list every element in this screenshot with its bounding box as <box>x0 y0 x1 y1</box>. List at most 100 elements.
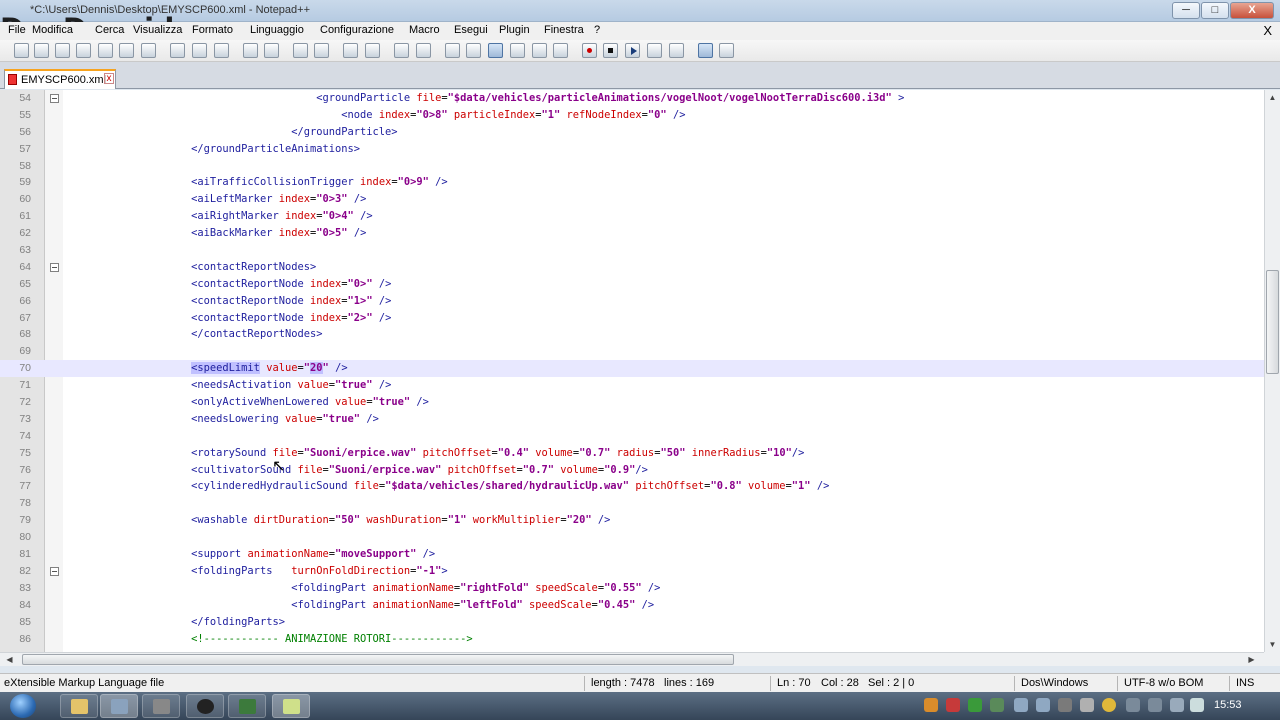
tray-icon[interactable] <box>1036 698 1050 712</box>
save-icon[interactable] <box>55 43 70 58</box>
code-line[interactable]: 72 <onlyActiveWhenLowered value="true" /… <box>0 394 1264 411</box>
run-macro-multiple-icon[interactable] <box>647 43 662 58</box>
play-macro-icon[interactable] <box>625 43 640 58</box>
maximize-button[interactable]: □ <box>1201 2 1229 19</box>
code-line[interactable]: 86 <!------------ ANIMAZIONE ROTORI-----… <box>0 631 1264 648</box>
record-macro-icon[interactable] <box>582 43 597 58</box>
close-document-icon[interactable]: X <box>1263 23 1272 38</box>
code-line[interactable]: 59 <aiTrafficCollisionTrigger index="0>9… <box>0 174 1264 191</box>
word-wrap-icon[interactable] <box>445 43 460 58</box>
network-icon[interactable] <box>1170 698 1184 712</box>
new-file-icon[interactable] <box>14 43 29 58</box>
code-line[interactable]: 66 <contactReportNode index="1>" /> <box>0 293 1264 310</box>
scroll-down-icon[interactable]: ▼ <box>1265 637 1280 652</box>
tab-close-icon[interactable]: x <box>104 73 114 84</box>
save-all-icon[interactable] <box>76 43 91 58</box>
fold-toggle-icon[interactable] <box>50 94 59 103</box>
paste-icon[interactable] <box>214 43 229 58</box>
zoom-in-icon[interactable] <box>343 43 358 58</box>
code-line[interactable]: 63 <box>0 242 1264 259</box>
code-line[interactable]: 60 <aiLeftMarker index="0>3" /> <box>0 191 1264 208</box>
tray-icon[interactable] <box>1058 698 1072 712</box>
tray-icon[interactable] <box>990 698 1004 712</box>
scroll-left-icon[interactable]: ◀ <box>2 653 17 666</box>
tray-icon[interactable] <box>1148 698 1162 712</box>
taskbar-app3[interactable] <box>142 694 180 718</box>
sync-vertical-icon[interactable] <box>394 43 409 58</box>
menu-modifica[interactable]: Modifica <box>32 24 73 36</box>
menu-plugin[interactable]: Plugin <box>499 24 530 36</box>
code-line[interactable]: 61 <aiRightMarker index="0>4" /> <box>0 208 1264 225</box>
doc-map-icon[interactable] <box>532 43 547 58</box>
menu-macro[interactable]: Macro <box>409 24 440 36</box>
vertical-scrollbar[interactable]: ▲ ▼ <box>1264 90 1280 652</box>
code-line[interactable]: 62 <aiBackMarker index="0>5" /> <box>0 225 1264 242</box>
save-macro-icon[interactable] <box>669 43 684 58</box>
menu-linguaggio[interactable]: Linguaggio <box>250 24 304 36</box>
tray-icon[interactable] <box>968 698 982 712</box>
menu-cerca[interactable]: Cerca <box>95 24 124 36</box>
code-line[interactable]: 56 </groundParticle> <box>0 124 1264 141</box>
stop-macro-icon[interactable] <box>603 43 618 58</box>
code-line[interactable]: 79 <washable dirtDuration="50" washDurat… <box>0 512 1264 529</box>
code-line[interactable]: 57 </groundParticleAnimations> <box>0 141 1264 158</box>
code-line[interactable]: 80 <box>0 529 1264 546</box>
code-line[interactable]: 81 <support animationName="moveSupport" … <box>0 546 1264 563</box>
function-list-icon[interactable] <box>553 43 568 58</box>
code-line[interactable]: 77 <cylinderedHydraulicSound file="$data… <box>0 478 1264 495</box>
taskbar-recorder[interactable] <box>186 694 224 718</box>
taskbar-notepadpp[interactable] <box>272 694 310 718</box>
user-language-icon[interactable] <box>510 43 525 58</box>
tray-icon[interactable] <box>946 698 960 712</box>
tray-icon[interactable] <box>1080 698 1094 712</box>
vertical-scroll-thumb[interactable] <box>1266 270 1279 374</box>
scroll-right-icon[interactable]: ▶ <box>1244 653 1259 666</box>
tray-icon[interactable] <box>1126 698 1140 712</box>
code-line[interactable]: 78 <box>0 495 1264 512</box>
code-line[interactable]: 75 <rotarySound file="Suoni/erpice.wav" … <box>0 445 1264 462</box>
close-file-icon[interactable] <box>98 43 113 58</box>
code-line[interactable]: 71 <needsActivation value="true" /> <box>0 377 1264 394</box>
fold-toggle-icon[interactable] <box>50 262 59 272</box>
code-line[interactable]: 69 <box>0 343 1264 360</box>
tray-icon[interactable] <box>1014 698 1028 712</box>
open-file-icon[interactable] <box>34 43 49 58</box>
find-icon[interactable] <box>293 43 308 58</box>
horizontal-scroll-thumb[interactable] <box>22 654 734 665</box>
taskbar-explorer[interactable] <box>60 694 98 718</box>
code-line[interactable]: 73 <needsLowering value="true" /> <box>0 411 1264 428</box>
menu-file[interactable]: File <box>8 24 26 36</box>
code-line[interactable]: 83 <foldingPart animationName="rightFold… <box>0 580 1264 597</box>
volume-icon[interactable] <box>1190 698 1204 712</box>
close-window-button[interactable]: X <box>1230 2 1274 19</box>
cut-icon[interactable] <box>170 43 185 58</box>
menu-visualizza[interactable]: Visualizza <box>133 24 182 36</box>
tab-emyscp600[interactable]: EMYSCP600.xml x <box>4 69 116 89</box>
redo-icon[interactable] <box>264 43 279 58</box>
close-all-icon[interactable] <box>119 43 134 58</box>
tray-icon[interactable] <box>1102 698 1116 712</box>
zoom-out-icon[interactable] <box>365 43 380 58</box>
show-all-chars-icon[interactable] <box>466 43 481 58</box>
code-line[interactable]: 64 <contactReportNodes> <box>0 259 1264 276</box>
indent-guide-icon[interactable] <box>488 43 503 58</box>
taskbar-game[interactable] <box>228 694 266 718</box>
minimize-button[interactable]: ─ <box>1172 2 1200 19</box>
code-line[interactable]: 84 <foldingPart animationName="leftFold"… <box>0 597 1264 614</box>
scroll-up-icon[interactable]: ▲ <box>1265 90 1280 105</box>
code-line[interactable]: 67 <contactReportNode index="2>" /> <box>0 310 1264 327</box>
taskbar-browser[interactable] <box>100 694 138 718</box>
code-editor[interactable]: 54 <groundParticle file="$data/vehicles/… <box>0 90 1264 652</box>
replace-icon[interactable] <box>314 43 329 58</box>
code-line[interactable]: 82 <foldingParts turnOnFoldDirection="-1… <box>0 563 1264 580</box>
copy-icon[interactable] <box>192 43 207 58</box>
menu-help[interactable]: ? <box>594 24 600 36</box>
taskbar-clock[interactable]: 15:53 <box>1214 699 1242 711</box>
menu-formato[interactable]: Formato <box>192 24 233 36</box>
menu-esegui[interactable]: Esegui <box>454 24 488 36</box>
code-line[interactable]: 74 <box>0 428 1264 445</box>
code-line[interactable]: 65 <contactReportNode index="0>" /> <box>0 276 1264 293</box>
fold-toggle-icon[interactable] <box>50 566 59 576</box>
start-button-icon[interactable] <box>10 694 36 718</box>
code-line[interactable]: 54 <groundParticle file="$data/vehicles/… <box>0 90 1264 107</box>
